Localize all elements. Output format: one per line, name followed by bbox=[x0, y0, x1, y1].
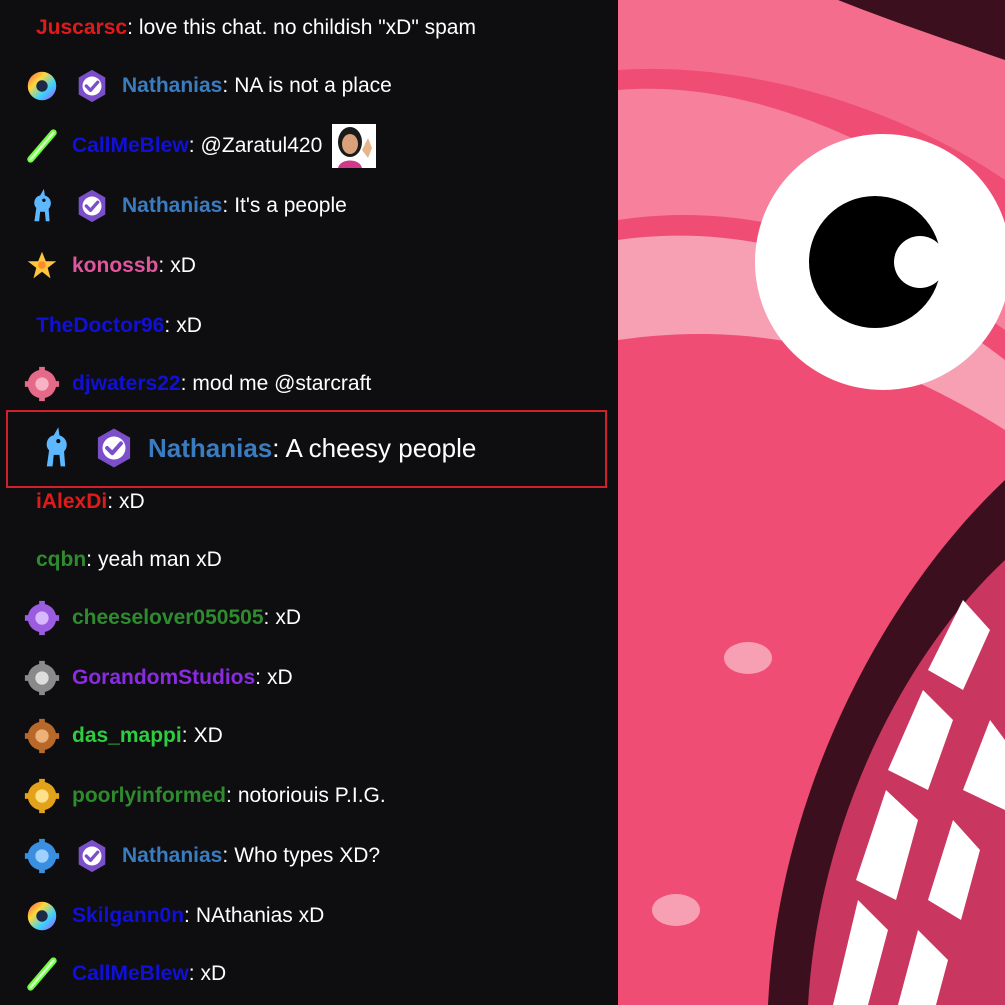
chat-message[interactable]: Nathanias: A cheesy people bbox=[0, 427, 610, 468]
chat-username[interactable]: Nathanias bbox=[148, 433, 272, 464]
chat-colon: : bbox=[184, 904, 190, 927]
chat-message-text: xD bbox=[267, 666, 293, 689]
chat-colon: : bbox=[127, 16, 133, 39]
chat-username[interactable]: TheDoctor96 bbox=[36, 314, 164, 338]
chat-message-text: NA is not a place bbox=[234, 74, 392, 97]
verified-badge-icon[interactable] bbox=[72, 66, 112, 106]
verified-badge-icon[interactable] bbox=[72, 186, 112, 226]
blue-gear-badge-icon[interactable] bbox=[22, 836, 62, 876]
chat-message[interactable]: cheeselover050505: xD bbox=[0, 598, 610, 638]
chat-message-text: xD bbox=[176, 314, 202, 337]
chat-colon: : bbox=[188, 962, 195, 985]
chat-message-text: XD bbox=[193, 724, 223, 747]
chat-colon: : bbox=[181, 724, 188, 747]
chat-colon: : bbox=[226, 784, 232, 807]
chat-message[interactable]: CallMeBlew: @Zaratul420 bbox=[0, 124, 610, 168]
chat-message-text: Who types XD? bbox=[234, 844, 381, 867]
chat-username[interactable]: Skilgann0n bbox=[72, 904, 184, 928]
rainbow-gear-badge-icon[interactable] bbox=[22, 66, 62, 106]
chat-colon: : bbox=[255, 666, 262, 689]
chat-username[interactable]: CallMeBlew bbox=[72, 134, 189, 158]
chat-message[interactable]: Skilgann0n: NAthanias xD bbox=[0, 896, 610, 936]
chat-message[interactable]: GorandomStudios: xD bbox=[0, 658, 610, 698]
chat-username[interactable]: Nathanias bbox=[122, 74, 222, 98]
chat-message-text: xD bbox=[170, 254, 196, 277]
pink-monster-artwork bbox=[618, 0, 1005, 1005]
chat-message-text: @Zaratul420 bbox=[200, 134, 323, 157]
chat-colon: : bbox=[222, 194, 229, 217]
chat-message-text: xD bbox=[275, 606, 302, 629]
chat-username[interactable]: konossb bbox=[72, 254, 158, 278]
waving-woman-emote-icon[interactable] bbox=[332, 124, 377, 168]
gray-gear-badge-icon[interactable] bbox=[22, 658, 62, 698]
chat-username[interactable]: cheeselover050505 bbox=[72, 606, 264, 630]
chat-username[interactable]: Juscarsc bbox=[36, 16, 127, 40]
blue-unicorn-badge-icon[interactable] bbox=[32, 424, 80, 472]
chat-username[interactable]: iAlexDi bbox=[36, 490, 107, 514]
chat-message[interactable]: Nathanias: It's a people bbox=[0, 186, 610, 226]
chat-message-text: notoriouis P.I.G. bbox=[237, 784, 386, 807]
monster-svg bbox=[618, 0, 1005, 1005]
chat-colon: : bbox=[107, 490, 114, 513]
chat-message[interactable]: konossb: xD bbox=[0, 246, 610, 286]
chat-message[interactable]: poorlyinformed: notoriouis P.I.G. bbox=[0, 776, 610, 816]
chat-message[interactable]: CallMeBlew: xD bbox=[0, 954, 610, 994]
purple-gear-badge-icon[interactable] bbox=[22, 598, 62, 638]
chat-message-text: It's a people bbox=[234, 194, 347, 217]
chat-message-text: love this chat. no childish "xD" spam bbox=[138, 16, 476, 39]
chat-username[interactable]: Nathanias bbox=[122, 844, 222, 868]
chat-colon: : bbox=[222, 74, 229, 97]
chat-message-text: xD bbox=[119, 490, 145, 513]
chat-message-text: mod me @starcraft bbox=[192, 372, 372, 395]
gold-crown-badge-icon[interactable] bbox=[22, 246, 62, 286]
chat-message[interactable]: das_mappi: XD bbox=[0, 716, 610, 756]
chat-message-text: NAthanias xD bbox=[195, 904, 325, 927]
green-lightsaber-badge-icon[interactable] bbox=[22, 126, 62, 166]
chat-username[interactable]: Nathanias bbox=[122, 194, 222, 218]
bronze-gear-badge-icon[interactable] bbox=[22, 716, 62, 756]
chat-message-text: xD bbox=[200, 962, 227, 985]
chat-message[interactable]: cqbn: yeah man xD bbox=[0, 540, 610, 580]
chat-message[interactable]: Nathanias: NA is not a place bbox=[0, 66, 610, 106]
chat-username[interactable]: das_mappi bbox=[72, 724, 182, 748]
chat-username[interactable]: djwaters22 bbox=[72, 372, 181, 396]
chat-message[interactable]: iAlexDi: xD bbox=[0, 482, 610, 522]
chat-message[interactable]: TheDoctor96: xD bbox=[0, 306, 610, 346]
rainbow-gear-badge-icon[interactable] bbox=[22, 896, 62, 936]
chat-message[interactable]: Juscarsc: love this chat. no childish "xD… bbox=[0, 8, 610, 48]
chat-panel: Juscarsc: love this chat. no childish "xD… bbox=[0, 0, 618, 1005]
gold-gear-badge-icon[interactable] bbox=[22, 776, 62, 816]
chat-message[interactable]: djwaters22: mod me @starcraft bbox=[0, 364, 610, 404]
chat-colon: : bbox=[86, 548, 93, 571]
chat-username[interactable]: poorlyinformed bbox=[72, 784, 226, 808]
chat-username[interactable]: cqbn bbox=[36, 548, 86, 572]
chat-colon: : bbox=[158, 254, 165, 277]
verified-badge-icon[interactable] bbox=[72, 836, 112, 876]
chat-colon: : bbox=[180, 372, 187, 395]
chat-colon: : bbox=[164, 314, 171, 337]
chat-colon: : bbox=[222, 844, 229, 867]
verified-badge-icon[interactable] bbox=[90, 424, 138, 472]
chat-colon: : bbox=[272, 432, 280, 463]
chat-message-text: yeah man xD bbox=[98, 548, 222, 571]
chat-message[interactable]: Nathanias: Who types XD? bbox=[0, 836, 610, 876]
chat-username[interactable]: GorandomStudios bbox=[72, 666, 255, 690]
chat-message-text: A cheesy people bbox=[285, 432, 477, 463]
blue-unicorn-badge-icon[interactable] bbox=[22, 186, 62, 226]
chat-colon: : bbox=[188, 134, 195, 157]
green-lightsaber-badge-icon[interactable] bbox=[22, 954, 62, 994]
chat-username[interactable]: CallMeBlew bbox=[72, 962, 189, 986]
chat-colon: : bbox=[263, 606, 270, 629]
pink-gear-badge-icon[interactable] bbox=[22, 364, 62, 404]
